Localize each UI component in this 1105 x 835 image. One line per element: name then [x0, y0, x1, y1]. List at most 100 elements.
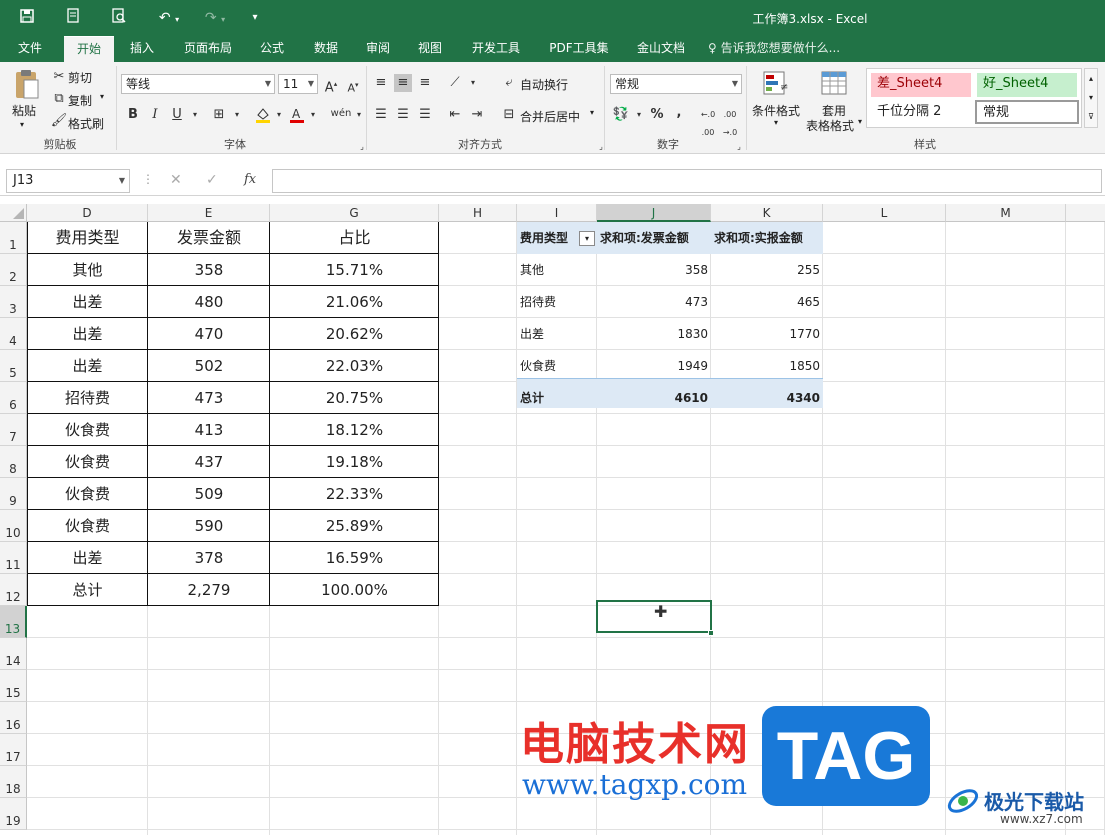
table-cell[interactable]: 总计: [27, 574, 148, 606]
increase-indent-icon[interactable]: ⇥: [468, 106, 486, 124]
format-as-table-label-2[interactable]: 表格格式: [806, 117, 854, 134]
undo-icon[interactable]: ↶ ▾: [152, 8, 186, 28]
pivot-cell[interactable]: 1850: [711, 350, 820, 382]
increase-decimal-icon[interactable]: ←.0.00: [698, 106, 718, 137]
pivot-filter-dropdown-icon[interactable]: ▾: [579, 231, 595, 246]
table-cell[interactable]: 20.75%: [270, 382, 439, 414]
table-cell[interactable]: 20.62%: [270, 318, 439, 350]
align-bottom-icon[interactable]: ≡: [416, 74, 434, 92]
format-as-table-icon[interactable]: [820, 68, 850, 98]
row-header-5[interactable]: 5: [0, 350, 27, 382]
table-header-cell[interactable]: 发票金额: [148, 222, 270, 254]
column-header-k[interactable]: K: [711, 204, 823, 222]
table-cell[interactable]: 502: [148, 350, 270, 382]
table-cell[interactable]: 358: [148, 254, 270, 286]
underline-button[interactable]: U: [168, 106, 186, 124]
table-cell[interactable]: 413: [148, 414, 270, 446]
table-cell[interactable]: 出差: [27, 542, 148, 574]
bold-button[interactable]: B: [124, 106, 142, 124]
font-color-dropdown-icon[interactable]: ▾: [304, 106, 322, 124]
merge-dropdown-icon[interactable]: ▾: [590, 108, 594, 117]
table-cell[interactable]: 25.89%: [270, 510, 439, 542]
decrease-decimal-icon[interactable]: .00 →.0: [720, 106, 740, 137]
grow-font-icon[interactable]: A▴: [322, 75, 340, 95]
align-left-icon[interactable]: ☰: [372, 106, 390, 124]
print-preview-icon[interactable]: [108, 8, 130, 28]
comma-button[interactable]: ,: [670, 104, 688, 122]
paste-icon[interactable]: [10, 68, 46, 100]
row-header-4[interactable]: 4: [0, 318, 27, 350]
pivot-cell[interactable]: 招待费: [520, 286, 597, 318]
copy-button[interactable]: 复制: [68, 92, 92, 109]
pivot-total-cell[interactable]: 4340: [711, 382, 820, 414]
pivot-header-cell[interactable]: 求和项:实报金额: [714, 222, 823, 254]
pivot-cell[interactable]: 出差: [520, 318, 597, 350]
row-header-13[interactable]: 13: [0, 606, 27, 638]
style-thousands-2[interactable]: 千位分隔 2: [871, 101, 971, 125]
redo-icon[interactable]: ↷ ▾: [198, 8, 232, 28]
format-as-table-dropdown-icon[interactable]: ▾: [858, 117, 862, 126]
table-cell[interactable]: 伙食费: [27, 478, 148, 510]
pivot-cell[interactable]: 358: [597, 254, 708, 286]
currency-dropdown-icon[interactable]: ▾: [630, 106, 648, 124]
table-cell[interactable]: 19.18%: [270, 446, 439, 478]
column-header-i[interactable]: I: [517, 204, 597, 222]
shrink-font-icon[interactable]: A▾: [344, 76, 362, 95]
save-icon[interactable]: [16, 8, 38, 28]
fill-color-dropdown-icon[interactable]: ▾: [270, 106, 288, 124]
pivot-cell[interactable]: 1770: [711, 318, 820, 350]
table-cell[interactable]: 招待费: [27, 382, 148, 414]
insert-function-icon[interactable]: fx: [244, 172, 256, 187]
pivot-cell[interactable]: 其他: [520, 254, 597, 286]
font-launcher-icon[interactable]: ⌟: [353, 138, 371, 156]
table-cell[interactable]: 378: [148, 542, 270, 574]
row-header-3[interactable]: 3: [0, 286, 27, 318]
tell-me-box[interactable]: ♀ 告诉我您想要做什么...: [708, 36, 858, 62]
table-cell[interactable]: 21.06%: [270, 286, 439, 318]
select-all-corner[interactable]: [0, 204, 27, 222]
align-middle-icon[interactable]: ≡: [394, 74, 412, 92]
column-header-e[interactable]: E: [148, 204, 270, 222]
table-cell[interactable]: 22.03%: [270, 350, 439, 382]
column-header-j[interactable]: J: [597, 204, 711, 222]
pivot-header-cell[interactable]: 求和项:发票金额: [600, 222, 711, 254]
pivot-cell[interactable]: 473: [597, 286, 708, 318]
row-header-12[interactable]: 12: [0, 574, 27, 606]
orientation-dropdown-icon[interactable]: ▾: [464, 74, 482, 92]
table-cell[interactable]: 15.71%: [270, 254, 439, 286]
italic-button[interactable]: I: [146, 106, 164, 124]
format-painter-button[interactable]: 格式刷: [68, 115, 104, 132]
tab-insert[interactable]: 插入: [120, 36, 164, 62]
table-cell[interactable]: 590: [148, 510, 270, 542]
style-normal[interactable]: 常规: [975, 100, 1079, 124]
pivot-cell[interactable]: 1949: [597, 350, 708, 382]
align-center-icon[interactable]: ☰: [394, 106, 412, 124]
row-header-8[interactable]: 8: [0, 446, 27, 478]
row-header-14[interactable]: 14: [0, 638, 27, 670]
cut-button[interactable]: 剪切: [68, 69, 92, 86]
table-header-cell[interactable]: 占比: [270, 222, 439, 254]
conditional-format-button[interactable]: 条件格式: [752, 102, 800, 119]
table-cell[interactable]: 伙食费: [27, 510, 148, 542]
tab-home[interactable]: 开始: [64, 36, 114, 62]
column-header-g[interactable]: G: [270, 204, 439, 222]
table-cell[interactable]: 100.00%: [270, 574, 439, 606]
table-cell[interactable]: 出差: [27, 286, 148, 318]
paste-dropdown-icon[interactable]: ▾: [20, 120, 24, 129]
pivot-cell[interactable]: 255: [711, 254, 820, 286]
pivot-cell[interactable]: 1830: [597, 318, 708, 350]
column-header-l[interactable]: L: [823, 204, 946, 222]
tab-pdf-tools[interactable]: PDF工具集: [540, 36, 618, 62]
conditional-format-icon[interactable]: ≠: [762, 68, 792, 98]
conditional-format-dropdown-icon[interactable]: ▾: [774, 118, 778, 127]
tab-view[interactable]: 视图: [408, 36, 452, 62]
table-cell[interactable]: 470: [148, 318, 270, 350]
tab-file[interactable]: 文件: [8, 36, 52, 62]
border-dropdown-icon[interactable]: ▾: [228, 106, 246, 124]
table-cell[interactable]: 22.33%: [270, 478, 439, 510]
table-cell[interactable]: 出差: [27, 318, 148, 350]
table-cell[interactable]: 伙食费: [27, 414, 148, 446]
align-top-icon[interactable]: ≡: [372, 74, 390, 92]
percent-button[interactable]: %: [648, 106, 666, 124]
name-box[interactable]: J13 ▼: [6, 169, 130, 193]
